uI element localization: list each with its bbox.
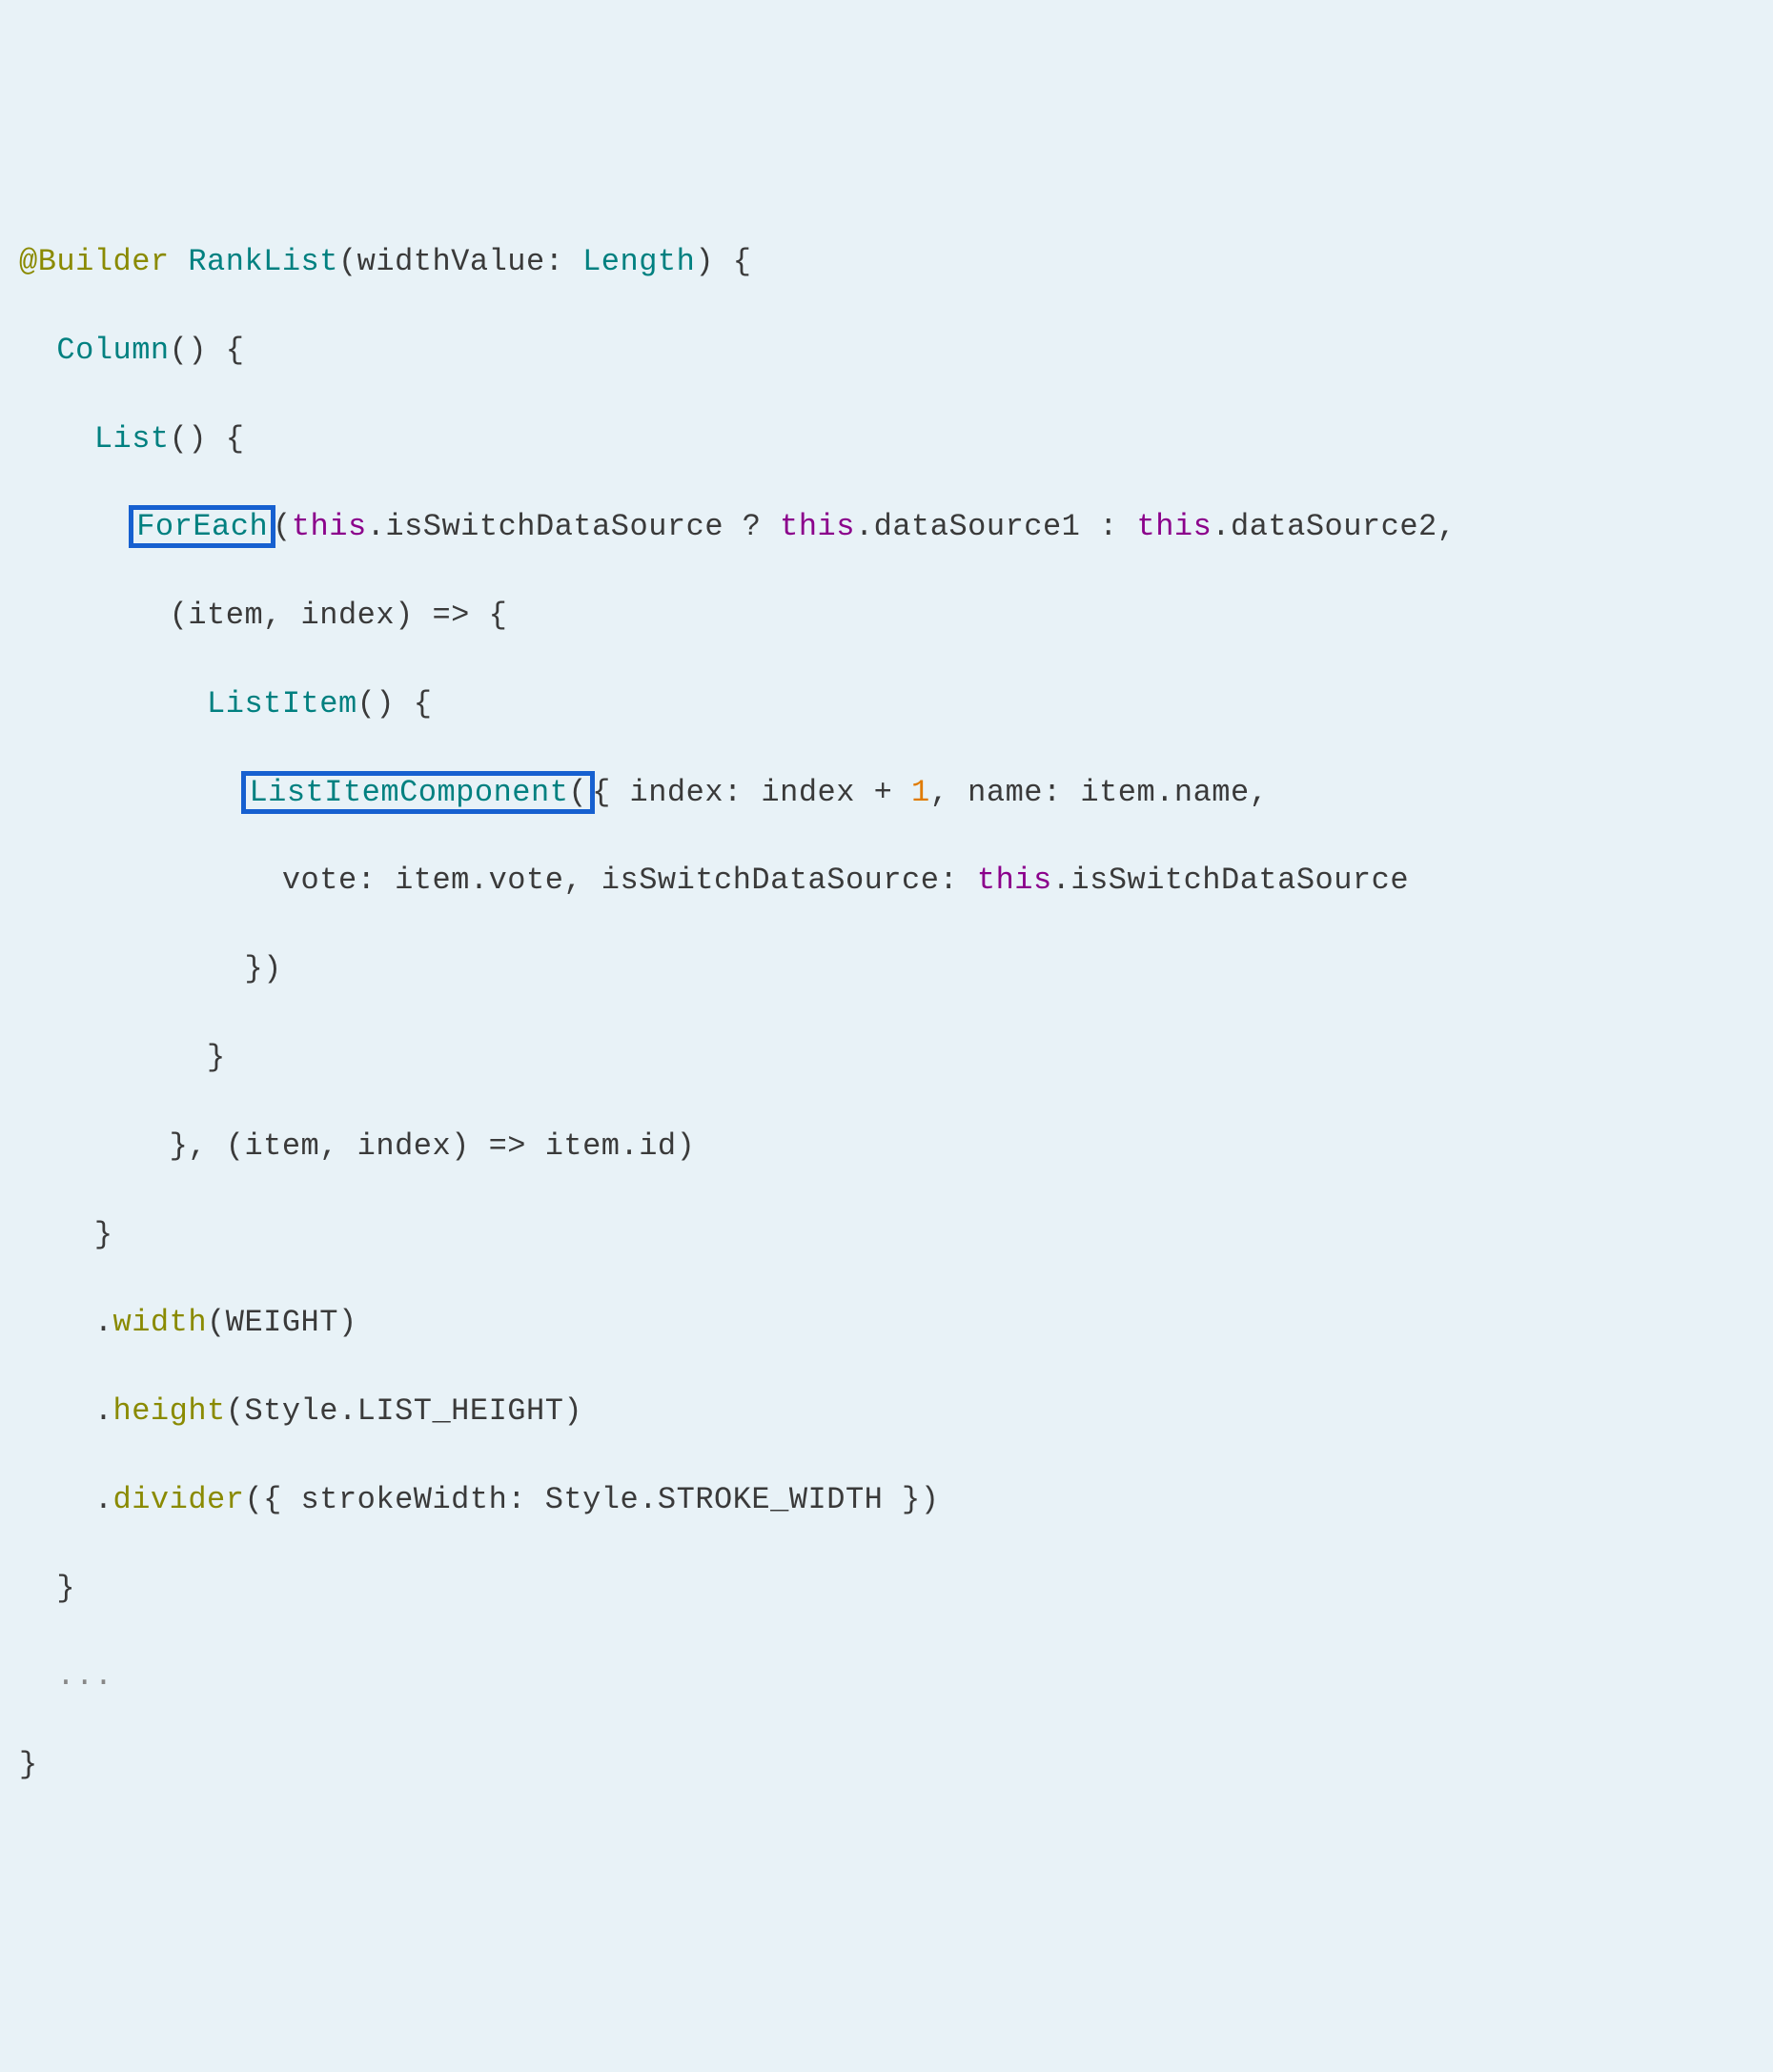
- list-call: List: [94, 421, 170, 457]
- code-line-5: (item, index) => {: [19, 594, 1754, 638]
- args-text: index: index +: [611, 775, 911, 810]
- foreach-keyword: ForEach: [136, 509, 268, 544]
- code-line-18: }: [19, 1743, 1754, 1787]
- param-type: Length: [582, 244, 695, 279]
- code-line-4: ForEach(this.isSwitchDataSource ? this.d…: [19, 505, 1754, 549]
- column-call: Column: [56, 333, 169, 368]
- number-literal: 1: [911, 775, 930, 810]
- code-line-17: ...: [19, 1655, 1754, 1698]
- args-text: vote: item.vote, isSwitchDataSource:: [282, 863, 977, 898]
- code-line-12: }: [19, 1213, 1754, 1257]
- args-text: , name: item.name,: [930, 775, 1269, 810]
- this-ref: this: [780, 509, 855, 544]
- closing: }: [207, 1040, 226, 1075]
- code-snippet: @Builder RankList(widthValue: Length) { …: [19, 196, 1754, 1832]
- component-name: ListItemComponent: [249, 775, 568, 810]
- ellipsis: ...: [56, 1658, 112, 1694]
- code-line-14: .height(Style.LIST_HEIGHT): [19, 1390, 1754, 1433]
- listitemcomponent-highlight: ListItemComponent(: [241, 771, 595, 814]
- this-ref: this: [977, 863, 1052, 898]
- foreach-highlight: ForEach: [129, 505, 275, 548]
- code-line-1: @Builder RankList(widthValue: Length) {: [19, 240, 1754, 284]
- prop-access: .dataSource1 :: [855, 509, 1137, 544]
- this-ref: this: [292, 509, 367, 544]
- open-brace: {: [592, 775, 611, 810]
- code-line-2: Column() {: [19, 329, 1754, 373]
- prop-access: .dataSource2,: [1212, 509, 1456, 544]
- code-line-10: }: [19, 1036, 1754, 1080]
- code-line-11: }, (item, index) => item.id): [19, 1125, 1754, 1168]
- method-height: height: [113, 1393, 226, 1429]
- code-line-6: ListItem() {: [19, 682, 1754, 726]
- code-line-15: .divider({ strokeWidth: Style.STROKE_WID…: [19, 1478, 1754, 1522]
- listitem-call: ListItem: [207, 686, 357, 721]
- param-name: widthValue: [357, 244, 545, 279]
- arrow-params: (item, index) => {: [170, 598, 508, 633]
- divider-arg: { strokeWidth:: [263, 1482, 545, 1517]
- closing: }: [56, 1571, 75, 1606]
- closing: }): [244, 951, 281, 986]
- this-ref: this: [1136, 509, 1212, 544]
- code-line-7: ListItemComponent({ index: index + 1, na…: [19, 771, 1754, 815]
- function-name: RankList: [188, 244, 338, 279]
- args-text: .isSwitchDataSource: [1052, 863, 1409, 898]
- code-line-13: .width(WEIGHT): [19, 1301, 1754, 1345]
- style-prefix: Style: [244, 1393, 338, 1429]
- key-extractor: }, (item, index) => item.id): [170, 1128, 696, 1164]
- closing: }: [94, 1217, 113, 1252]
- divider-arg: .STROKE_WIDTH }: [639, 1482, 921, 1517]
- code-line-16: }: [19, 1567, 1754, 1611]
- code-line-3: List() {: [19, 417, 1754, 461]
- closing: }: [19, 1747, 38, 1782]
- method-divider: divider: [113, 1482, 245, 1517]
- code-line-8: vote: item.vote, isSwitchDataSource: thi…: [19, 859, 1754, 903]
- method-width: width: [113, 1305, 208, 1340]
- prop-access: .isSwitchDataSource ?: [367, 509, 780, 544]
- style-suffix: .LIST_HEIGHT: [338, 1393, 563, 1429]
- code-line-9: }): [19, 947, 1754, 991]
- style-prefix: Style: [545, 1482, 640, 1517]
- arg-weight: WEIGHT: [226, 1305, 338, 1340]
- decorator: @Builder: [19, 244, 170, 279]
